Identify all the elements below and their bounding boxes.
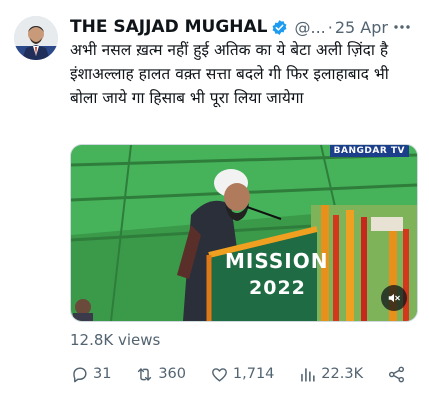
tweet-card[interactable]: THE SAJJAD MUGHAL @... · 25 Apr अभी नसल …: [0, 0, 429, 400]
view-count: 12.8K views: [70, 331, 161, 349]
separator-dot: ·: [327, 17, 333, 37]
author-name[interactable]: THE SAJJAD MUGHAL: [70, 17, 267, 37]
speaker-muted-icon: [388, 293, 400, 303]
like-button[interactable]: 1,714: [210, 365, 275, 384]
tweet-date[interactable]: 25 Apr: [335, 18, 388, 37]
video-frame: [71, 145, 417, 321]
share-icon: [388, 366, 404, 382]
author-handle[interactable]: @...: [294, 18, 325, 37]
banner-text: MISSION: [225, 249, 329, 273]
avatar[interactable]: [14, 16, 58, 60]
channel-badge: BANGDAR TV: [329, 145, 409, 157]
reply-count: 31: [93, 366, 112, 382]
tweet-media-video[interactable]: BANGDAR TV MISSION 2022: [70, 144, 418, 322]
verified-badge-icon: [273, 19, 287, 35]
tweet-text: अभी नसल ख़त्म नहीं हुई अतिक का ये बेटा अ…: [70, 41, 389, 107]
reply-button[interactable]: 31: [70, 365, 111, 384]
repost-icon: [138, 367, 152, 381]
banner-year: 2022: [249, 277, 306, 299]
heart-icon: [211, 367, 227, 382]
mute-button[interactable]: [381, 285, 407, 311]
analytics-icon: [301, 367, 315, 382]
tweet-actions: 31 360 1,714 22.3K: [70, 362, 410, 386]
analytics-count: 22.3K: [321, 366, 364, 382]
like-count: 1,714: [232, 366, 275, 382]
tweet-header: THE SAJJAD MUGHAL @... · 25 Apr: [70, 16, 417, 38]
share-button[interactable]: [387, 365, 410, 384]
more-icon[interactable]: [393, 16, 411, 38]
repost-count: 360: [158, 366, 187, 382]
repost-button[interactable]: 360: [135, 365, 186, 384]
analytics-button[interactable]: 22.3K: [298, 365, 363, 384]
reply-icon: [73, 366, 87, 382]
